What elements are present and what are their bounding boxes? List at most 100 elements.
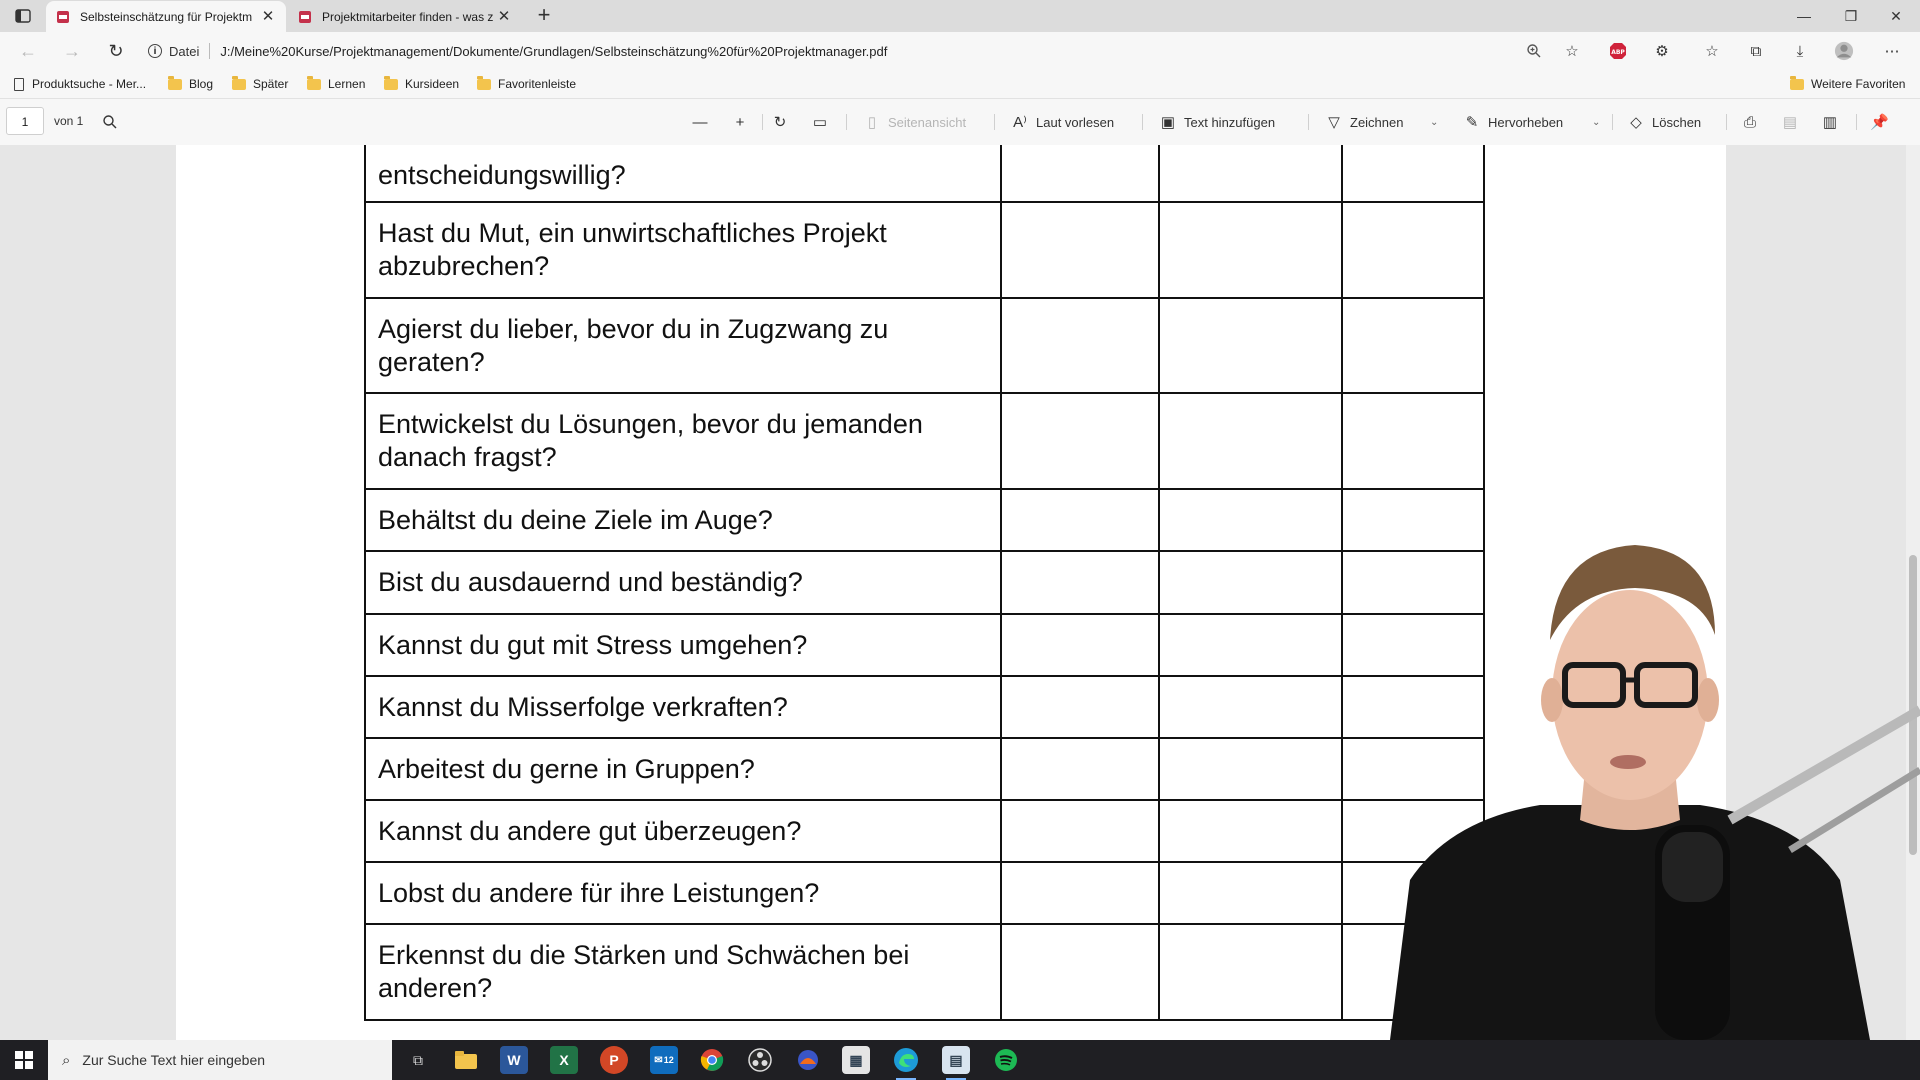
page-number-input[interactable]: 1 xyxy=(6,107,44,135)
zoom-out-icon[interactable]: — xyxy=(692,112,716,132)
print-icon[interactable]: ⎙ xyxy=(1742,112,1766,132)
answer-cell[interactable] xyxy=(1158,861,1343,925)
page-view-button[interactable]: ▯ Seitenansicht xyxy=(864,112,966,132)
answer-cell[interactable] xyxy=(1000,392,1160,490)
favorites-icon[interactable]: ☆ xyxy=(1702,41,1722,61)
answer-cell[interactable] xyxy=(1000,145,1160,203)
answer-cell[interactable] xyxy=(1000,675,1160,739)
powerpoint-icon[interactable]: P xyxy=(600,1046,628,1074)
more-menu-icon[interactable]: ⋯ xyxy=(1882,41,1902,61)
answer-cell[interactable] xyxy=(1000,550,1160,615)
search-icon[interactable] xyxy=(102,112,118,132)
favorite-lernen[interactable]: Lernen xyxy=(307,75,365,92)
url-text[interactable]: J:/Meine%20Kurse/Projektmanagement/Dokum… xyxy=(220,44,887,59)
answer-cell[interactable] xyxy=(1158,923,1343,1021)
app-icon[interactable] xyxy=(794,1046,822,1074)
favorite-favoritenleiste[interactable]: Favoritenleiste xyxy=(477,75,576,92)
windows-taskbar: ⌕ Zur Suche Text hier eingeben ⧉ W X P ✉… xyxy=(0,1040,1920,1080)
rotate-icon[interactable]: ↻ xyxy=(772,112,796,132)
answer-cell[interactable] xyxy=(1000,737,1160,801)
favorite-blog[interactable]: Blog xyxy=(168,75,213,92)
answer-cell[interactable] xyxy=(1000,613,1160,677)
favorite-kursideen[interactable]: Kursideen xyxy=(384,75,459,92)
forward-icon[interactable]: → xyxy=(62,41,82,61)
windows-start-icon[interactable] xyxy=(0,1040,48,1080)
save-icon[interactable]: ▤ xyxy=(1782,112,1806,132)
highlight-button[interactable]: ✎ Hervorheben xyxy=(1464,112,1563,132)
answer-cell[interactable] xyxy=(1341,145,1485,203)
answer-cell[interactable] xyxy=(1000,923,1160,1021)
close-tab-icon[interactable]: ✕ xyxy=(260,8,276,25)
add-text-button[interactable]: ▣ Text hinzufügen xyxy=(1160,112,1275,132)
answer-cell[interactable] xyxy=(1000,799,1160,863)
table-row: Agierst du lieber, bevor du in Zugzwang … xyxy=(364,297,1485,394)
tab-projektmitarbeiter[interactable]: Projektmitarbeiter finden - was z ✕ xyxy=(288,1,522,32)
display-settings-icon[interactable]: ▦ xyxy=(842,1046,870,1074)
word-icon[interactable]: W xyxy=(500,1046,528,1074)
close-window-icon[interactable]: ✕ xyxy=(1888,8,1904,24)
close-tab-icon[interactable]: ✕ xyxy=(496,8,512,25)
zoom-in-icon[interactable]: + xyxy=(732,112,756,132)
zoom-icon[interactable] xyxy=(1524,41,1544,61)
minimize-icon[interactable]: — xyxy=(1796,8,1812,24)
info-icon[interactable]: i xyxy=(148,44,162,58)
answer-cell[interactable] xyxy=(1158,737,1343,801)
collections-icon[interactable]: ⧉ xyxy=(1746,41,1766,61)
answer-cell[interactable] xyxy=(1000,201,1160,299)
erase-button[interactable]: ◇ Löschen xyxy=(1628,112,1701,132)
answer-cell[interactable] xyxy=(1158,297,1343,394)
add-favorite-icon[interactable]: ☆ xyxy=(1562,41,1582,61)
tab-selbsteinschaetzung[interactable]: Selbsteinschätzung für Projektm ✕ xyxy=(46,1,286,32)
draw-options-chevron-icon[interactable]: ⌄ xyxy=(1430,112,1438,132)
answer-cell[interactable] xyxy=(1000,488,1160,552)
answer-cell[interactable] xyxy=(1158,613,1343,677)
save-as-icon[interactable]: ▥ xyxy=(1822,112,1846,132)
spotify-icon[interactable] xyxy=(992,1046,1020,1074)
obs-icon[interactable] xyxy=(746,1046,774,1074)
answer-cell[interactable] xyxy=(1000,861,1160,925)
eraser-icon: ◇ xyxy=(1630,114,1642,131)
taskbar-search-field[interactable]: ⌕ Zur Suche Text hier eingeben xyxy=(48,1040,392,1080)
answer-cell[interactable] xyxy=(1158,392,1343,490)
other-favorites[interactable]: Weitere Favoriten xyxy=(1790,75,1905,92)
notepad-icon[interactable]: ▤ xyxy=(942,1046,970,1080)
chrome-icon[interactable] xyxy=(698,1046,726,1074)
answer-cell[interactable] xyxy=(1158,488,1343,552)
table-row: Kannst du Misserfolge verkraften? xyxy=(364,675,1485,739)
refresh-icon[interactable]: ↻ xyxy=(106,41,126,61)
table-row: Hast du Mut, ein unwirtschaftliches Proj… xyxy=(364,201,1485,299)
answer-cell[interactable] xyxy=(1341,392,1485,490)
answer-cell[interactable] xyxy=(1158,201,1343,299)
highlight-options-chevron-icon[interactable]: ⌄ xyxy=(1592,112,1600,132)
downloads-icon[interactable]: ⤓ xyxy=(1790,41,1810,61)
back-icon[interactable]: ← xyxy=(18,41,38,61)
new-tab-button[interactable]: + xyxy=(534,4,554,26)
tab-actions-icon[interactable] xyxy=(10,6,36,26)
answer-cell[interactable] xyxy=(1158,550,1343,615)
fit-page-icon[interactable]: ▭ xyxy=(812,112,836,132)
profile-avatar[interactable] xyxy=(1834,41,1854,61)
file-explorer-icon[interactable] xyxy=(452,1046,480,1074)
favorite-spaeter[interactable]: Später xyxy=(232,75,288,92)
pdf-icon xyxy=(57,10,69,23)
read-aloud-button[interactable]: A⁾ Laut vorlesen xyxy=(1012,112,1114,132)
url-field[interactable]: i Datei J:/Meine%20Kurse/Projektmanageme… xyxy=(148,36,1588,66)
edge-icon[interactable] xyxy=(892,1046,920,1080)
answer-cell[interactable] xyxy=(1341,297,1485,394)
answer-cell[interactable] xyxy=(1158,145,1343,203)
favorite-produktsuche[interactable]: Produktsuche - Mer... xyxy=(14,76,146,92)
extensions-icon[interactable]: ⚙ xyxy=(1652,41,1672,61)
pin-toolbar-icon[interactable]: 📌 xyxy=(1870,112,1894,132)
question-cell: Erkennst du die Stärken und Schwächen be… xyxy=(364,923,1002,1021)
answer-cell[interactable] xyxy=(1158,799,1343,863)
adblock-icon[interactable]: ABP xyxy=(1608,41,1628,61)
draw-button[interactable]: ▽ Zeichnen xyxy=(1326,112,1403,132)
answer-cell[interactable] xyxy=(1000,297,1160,394)
answer-cell[interactable] xyxy=(1158,675,1343,739)
mail-icon[interactable]: ✉ 12 xyxy=(650,1046,678,1074)
restore-icon[interactable]: ❐ xyxy=(1843,8,1859,24)
highlight-icon: ✎ xyxy=(1465,114,1479,131)
task-view-icon[interactable]: ⧉ xyxy=(404,1046,432,1074)
excel-icon[interactable]: X xyxy=(550,1046,578,1074)
answer-cell[interactable] xyxy=(1341,201,1485,299)
